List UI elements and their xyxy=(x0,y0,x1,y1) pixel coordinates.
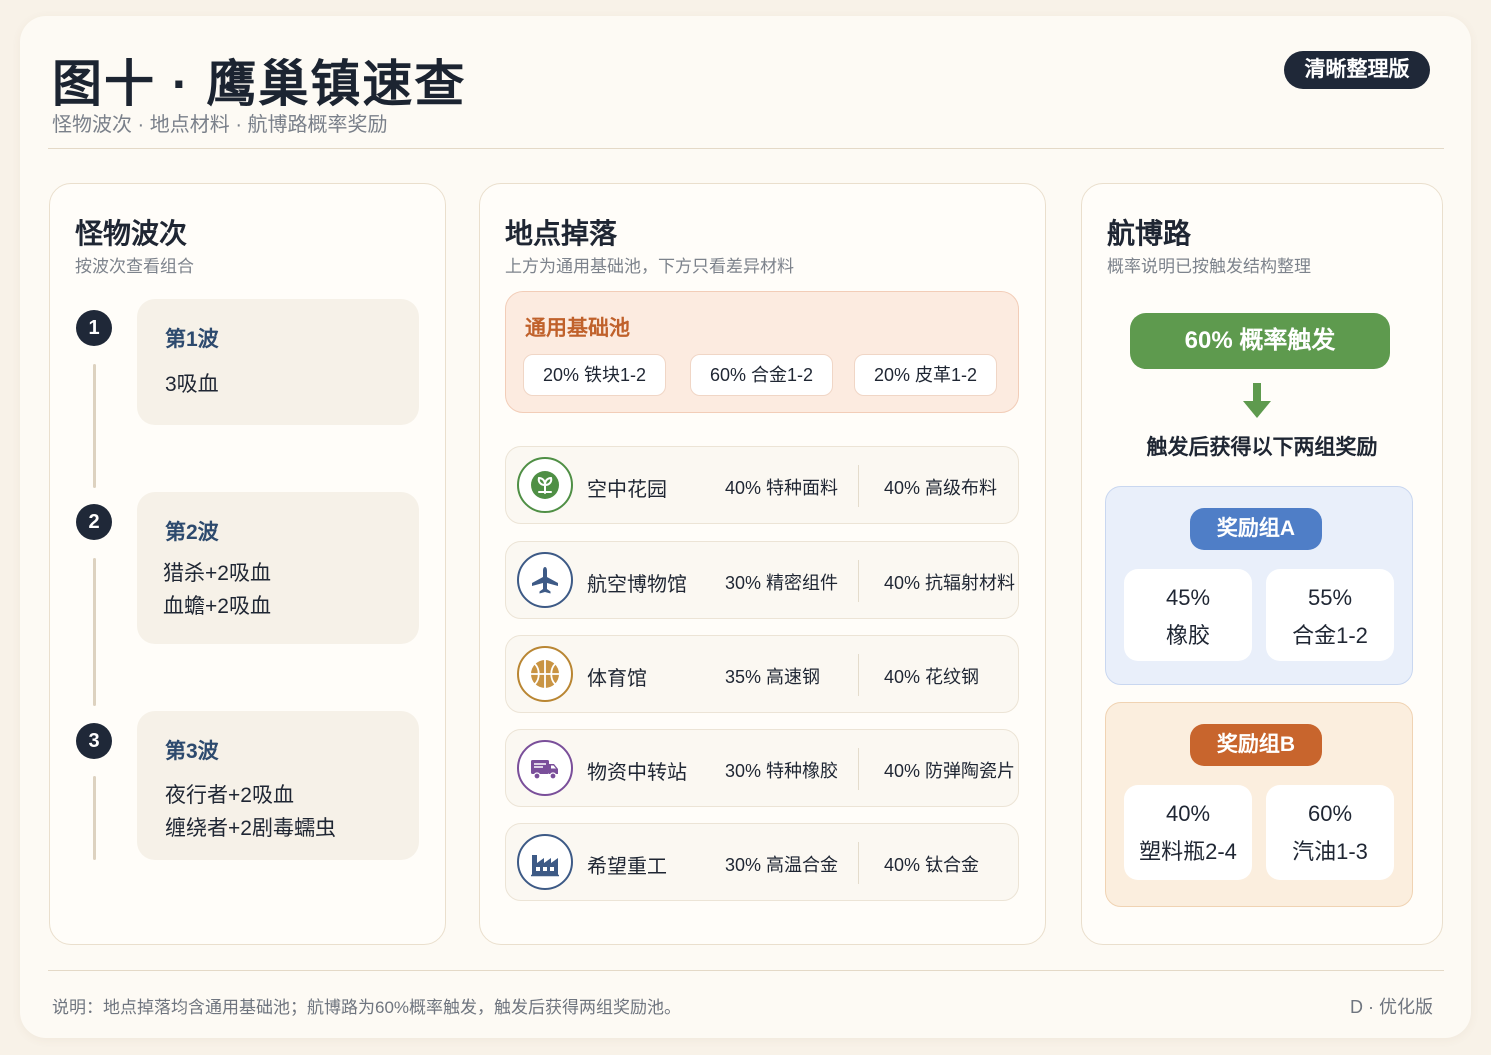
location-drop: 40% 高级布料 xyxy=(884,478,998,498)
base-pool-chip: 20% 铁块1-2 xyxy=(523,354,666,396)
location-name: 希望重工 xyxy=(587,856,667,878)
location-drop: 40% 特种面料 xyxy=(725,478,839,498)
panel-subtitle: 上方为通用基础池，下方只看差异材料 xyxy=(505,257,794,276)
reward-group-a: 奖励组A 45% 橡胶 55% 合金1-2 xyxy=(1105,486,1413,685)
page-subtitle: 怪物波次 · 地点材料 · 航博路概率奖励 xyxy=(52,114,388,136)
basketball-icon xyxy=(517,646,573,702)
factory-icon xyxy=(517,834,573,890)
wave-title: 第1波 xyxy=(165,328,219,351)
wave-enemies: 3吸血 xyxy=(165,373,219,396)
trigger-badge: 60% 概率触发 xyxy=(1130,313,1390,369)
column-divider xyxy=(858,748,859,790)
wave-card: 第3波 夜行者+2吸血 缠绕者+2剧毒蠕虫 xyxy=(137,711,419,860)
plant-icon xyxy=(517,457,573,513)
reward-card: 55% 合金1-2 xyxy=(1266,569,1394,661)
wave-number: 3 xyxy=(76,723,112,759)
page-title: 图十 · 鹰巢镇速查 xyxy=(52,56,467,112)
trigger-result-text: 触发后获得以下两组奖励 xyxy=(1146,436,1378,459)
reward-card: 40% 塑料瓶2-4 xyxy=(1124,785,1252,880)
location-drop: 30% 特种橡胶 xyxy=(725,761,839,781)
airplane-icon xyxy=(517,552,573,608)
base-pool-chip: 60% 合金1-2 xyxy=(690,354,833,396)
reward-chance: 60% xyxy=(1307,801,1353,826)
timeline-line xyxy=(93,776,96,860)
footer-divider xyxy=(48,970,1444,971)
location-name: 体育馆 xyxy=(587,668,647,690)
column-divider xyxy=(858,654,859,696)
location-drop: 30% 精密组件 xyxy=(725,573,839,593)
base-pool-title: 通用基础池 xyxy=(525,317,630,340)
wave-number: 2 xyxy=(76,504,112,540)
timeline-line xyxy=(93,558,96,706)
footer-note: 说明：地点掉落均含通用基础池；航博路为60%概率触发，触发后获得两组奖励池。 xyxy=(52,998,682,1017)
location-drop: 40% 抗辐射材料 xyxy=(884,573,1016,593)
column-divider xyxy=(858,465,859,507)
location-row: 体育馆 35% 高速钢 40% 花纹钢 xyxy=(505,635,1019,713)
location-row: 航空博物馆 30% 精密组件 40% 抗辐射材料 xyxy=(505,541,1019,619)
location-drop: 30% 高温合金 xyxy=(725,855,839,875)
group-label: 奖励组B xyxy=(1190,724,1322,766)
wave-enemies: 缠绕者+2剧毒蠕虫 xyxy=(165,817,336,840)
wave-enemies: 夜行者+2吸血 xyxy=(165,784,294,807)
reward-card: 45% 橡胶 xyxy=(1124,569,1252,661)
panel-title: 航博路 xyxy=(1107,218,1192,249)
footer-version: D · 优化版 xyxy=(1350,997,1433,1017)
wave-number: 1 xyxy=(76,310,112,346)
panel-title: 地点掉落 xyxy=(505,218,618,249)
wave-card: 第2波 猎杀+2吸血 血蟾+2吸血 xyxy=(137,492,419,644)
wave-card: 第1波 3吸血 xyxy=(137,299,419,425)
reward-item: 塑料瓶2-4 xyxy=(1139,839,1237,864)
column-divider xyxy=(858,560,859,602)
wave-enemies: 血蟾+2吸血 xyxy=(163,595,271,618)
reward-card: 60% 汽油1-3 xyxy=(1266,785,1394,880)
base-pool-chip: 20% 皮革1-2 xyxy=(854,354,997,396)
header-divider xyxy=(48,148,1444,149)
reward-item: 合金1-2 xyxy=(1292,623,1368,648)
location-drop: 40% 钛合金 xyxy=(884,855,980,875)
wave-title: 第3波 xyxy=(165,740,219,763)
group-label: 奖励组A xyxy=(1190,508,1322,550)
truck-icon xyxy=(517,740,573,796)
base-pool: 通用基础池 20% 铁块1-2 60% 合金1-2 20% 皮革1-2 xyxy=(505,291,1019,413)
location-drop: 40% 防弹陶瓷片 xyxy=(884,761,1016,781)
reward-chance: 40% xyxy=(1165,801,1211,826)
version-badge: 清晰整理版 xyxy=(1284,51,1430,89)
reward-chance: 55% xyxy=(1307,585,1353,610)
wave-title: 第2波 xyxy=(165,521,219,544)
arrow-down-icon xyxy=(1241,381,1273,426)
location-row: 希望重工 30% 高温合金 40% 钛合金 xyxy=(505,823,1019,901)
column-divider xyxy=(858,842,859,884)
location-row: 物资中转站 30% 特种橡胶 40% 防弹陶瓷片 xyxy=(505,729,1019,807)
location-name: 空中花园 xyxy=(587,479,667,501)
location-name: 物资中转站 xyxy=(587,762,687,784)
reward-chance: 45% xyxy=(1165,585,1211,610)
location-row: 空中花园 40% 特种面料 40% 高级布料 xyxy=(505,446,1019,524)
wave-enemies: 猎杀+2吸血 xyxy=(163,562,271,585)
location-drop: 40% 花纹钢 xyxy=(884,667,980,687)
reward-group-b: 奖励组B 40% 塑料瓶2-4 60% 汽油1-3 xyxy=(1105,702,1413,907)
reward-item: 橡胶 xyxy=(1165,623,1210,648)
location-name: 航空博物馆 xyxy=(587,574,687,596)
panel-subtitle: 概率说明已按触发结构整理 xyxy=(1107,257,1311,276)
panel-subtitle: 按波次查看组合 xyxy=(75,257,194,276)
location-drop: 35% 高速钢 xyxy=(725,667,821,687)
timeline-line xyxy=(93,364,96,488)
panel-title: 怪物波次 xyxy=(75,218,188,249)
reward-item: 汽油1-3 xyxy=(1292,839,1368,864)
